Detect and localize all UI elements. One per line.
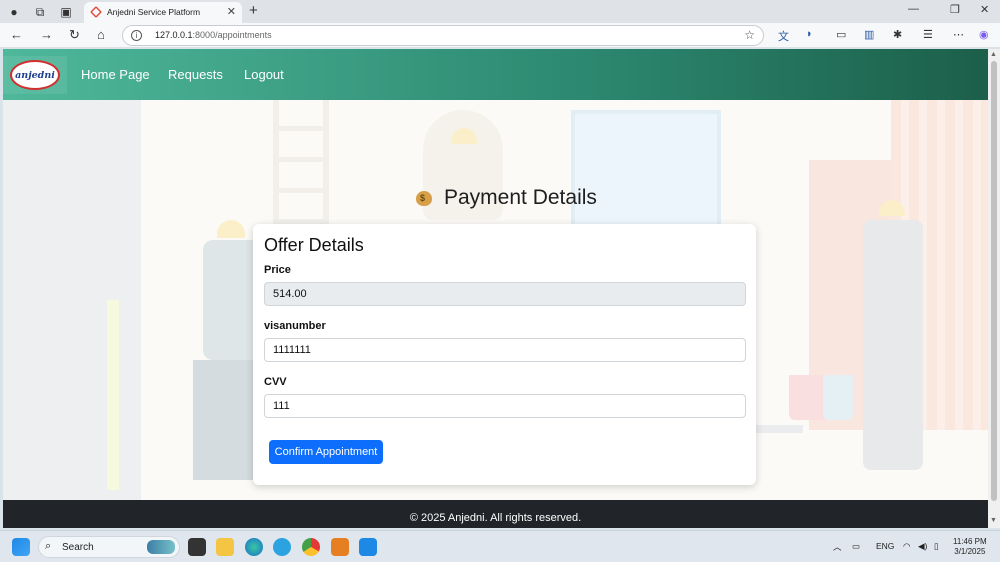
page-title: Payment Details — [413, 185, 597, 210]
tray-device-icon[interactable]: ▭ — [852, 541, 860, 552]
vscode-icon[interactable] — [359, 538, 377, 556]
screen-cast-icon[interactable]: ▭ — [836, 28, 846, 41]
windows-start-icon[interactable] — [12, 538, 30, 556]
price-label: Price — [264, 264, 291, 276]
cvv-input[interactable]: 111 — [264, 394, 746, 418]
url-text: 127.0.0.1:8000/appointments — [155, 30, 272, 40]
back-icon[interactable]: ← — [10, 27, 23, 43]
close-tab-icon[interactable]: ✕ — [227, 5, 236, 18]
search-icon: ⌕ — [45, 540, 52, 552]
clock-time: 11:46 PM — [953, 537, 987, 546]
scroll-up-icon[interactable]: ▲ — [990, 51, 997, 58]
url-host: 127.0.0.1 — [155, 30, 193, 40]
url-path: :8000/appointments — [192, 30, 272, 40]
logo-text: anjedni — [15, 70, 55, 81]
offer-details-card: Offer Details Price 514.00 visanumber 11… — [253, 224, 756, 485]
more-menu-icon[interactable]: ⋯ — [953, 28, 964, 41]
web-page: anjedni Home Page Requests Logout Paymen… — [3, 49, 988, 528]
nav-home-link[interactable]: Home Page — [81, 67, 150, 82]
wifi-icon[interactable]: ◠ — [903, 541, 910, 552]
xampp-icon[interactable] — [331, 538, 349, 556]
profile-icon[interactable]: ● — [6, 4, 22, 20]
telegram-icon[interactable] — [273, 538, 291, 556]
site-navbar: anjedni Home Page Requests Logout — [3, 49, 988, 100]
workspaces-icon[interactable]: ⧉ — [32, 4, 48, 20]
split-screen-icon[interactable]: ▥ — [864, 28, 874, 41]
price-field: 514.00 — [264, 282, 746, 306]
nav-requests-link[interactable]: Requests — [168, 67, 223, 82]
extensions-icon[interactable]: ✱ — [893, 28, 902, 41]
edge-icon[interactable] — [245, 538, 263, 556]
taskbar: ⌕ Search ︿ ▭ ENG ◠ ◀) ▯ 11:46 PM 3/1/202… — [0, 530, 1000, 562]
browser-tabbar: ● ⧉ ▣ Anjedni Service Platform ✕ + — ❐ ✕ — [0, 0, 1000, 23]
star-icon[interactable]: ☆ — [744, 28, 755, 42]
forward-icon[interactable]: → — [40, 27, 53, 43]
logo-badge: anjedni — [10, 60, 60, 90]
tray-overflow-icon[interactable]: ︿ — [833, 541, 842, 553]
page-scrollbar[interactable]: ▲ ▼ — [988, 49, 1000, 528]
page-title-text: Payment Details — [444, 186, 597, 209]
cvv-label: CVV — [264, 376, 287, 388]
language-indicator[interactable]: ENG — [876, 541, 894, 551]
task-view-icon[interactable] — [188, 538, 206, 556]
taskbar-clock[interactable]: 11:46 PM 3/1/2025 — [953, 537, 987, 557]
new-tab-icon[interactable]: + — [249, 2, 258, 19]
visanumber-input[interactable]: 1111111 — [264, 338, 746, 362]
laravel-favicon-icon — [90, 6, 102, 18]
nav-logout-link[interactable]: Logout — [244, 67, 284, 82]
read-aloud-icon[interactable]: ◗ — [806, 28, 813, 40]
taskbar-search[interactable]: ⌕ Search — [38, 536, 180, 558]
chrome-icon[interactable] — [302, 538, 320, 556]
site-info-icon[interactable]: i — [131, 30, 142, 41]
home-icon[interactable]: ⌂ — [97, 27, 105, 43]
tab-actions-icon[interactable]: ▣ — [58, 4, 74, 20]
browser-tab[interactable]: Anjedni Service Platform ✕ — [84, 2, 242, 23]
site-footer: © 2025 Anjedni. All rights reserved. — [3, 500, 988, 528]
visanumber-label: visanumber — [264, 320, 326, 332]
favorites-icon[interactable]: ☰ — [923, 28, 933, 41]
search-highlight-image — [147, 540, 175, 554]
file-explorer-icon[interactable] — [216, 538, 234, 556]
battery-icon[interactable]: ▯ — [934, 541, 939, 552]
minimize-icon[interactable]: — — [908, 3, 919, 15]
confirm-appointment-button[interactable]: Confirm Appointment — [269, 440, 383, 464]
address-bar[interactable]: i 127.0.0.1:8000/appointments ☆ — [122, 25, 764, 46]
clock-date: 3/1/2025 — [954, 547, 986, 556]
copilot-icon[interactable]: ◉ — [979, 28, 989, 41]
close-window-icon[interactable]: ✕ — [980, 3, 989, 16]
scrollbar-thumb[interactable] — [991, 61, 997, 501]
translate-icon[interactable]: 文 — [778, 28, 789, 44]
browser-toolbar: ← → ↻ ⌂ i 127.0.0.1:8000/appointments ☆ … — [0, 23, 1000, 48]
reload-icon[interactable]: ↻ — [69, 27, 80, 43]
scroll-down-icon[interactable]: ▼ — [990, 517, 997, 524]
site-logo[interactable]: anjedni — [3, 56, 67, 94]
volume-icon[interactable]: ◀) — [918, 541, 927, 552]
tab-title: Anjedni Service Platform — [107, 7, 201, 17]
footer-text: © 2025 Anjedni. All rights reserved. — [409, 512, 582, 524]
card-title: Offer Details — [264, 235, 364, 255]
search-placeholder: Search — [62, 542, 94, 553]
maximize-icon[interactable]: ❐ — [950, 3, 960, 16]
money-bag-icon — [413, 185, 435, 207]
